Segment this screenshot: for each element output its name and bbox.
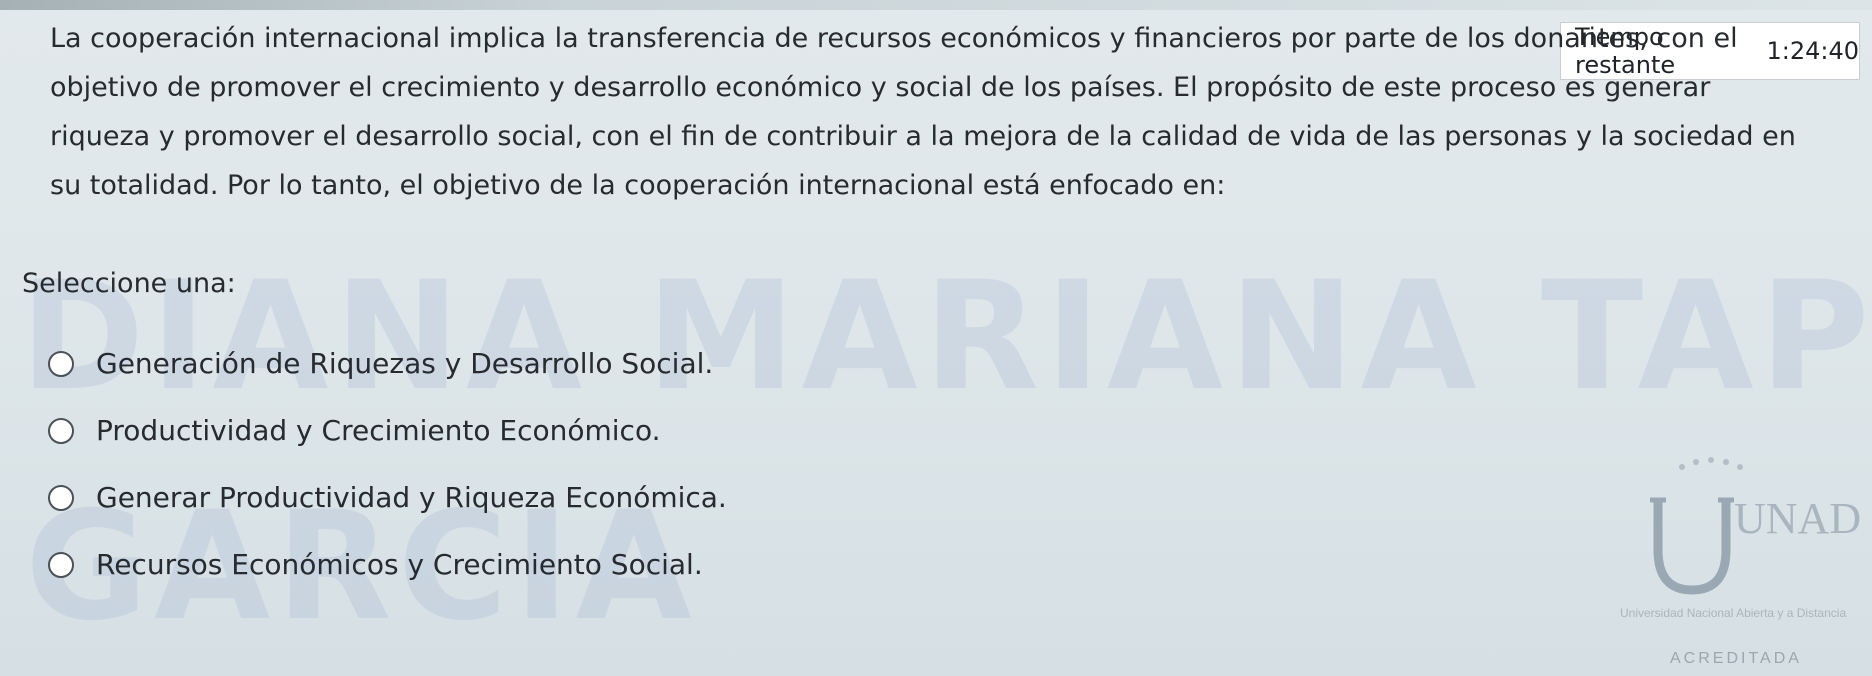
answer-option-d[interactable]: Recursos Económicos y Crecimiento Social… bbox=[48, 531, 727, 598]
answer-option-b[interactable]: Productividad y Crecimiento Económico. bbox=[48, 397, 727, 464]
question-text: La cooperación internacional implica la … bbox=[50, 14, 1850, 210]
radio-button[interactable] bbox=[48, 417, 74, 444]
answer-option-a[interactable]: Generación de Riquezas y Desarrollo Soci… bbox=[48, 330, 727, 397]
unad-logo: UNAD Universidad Nacional Abierta y a Di… bbox=[1600, 455, 1861, 670]
window-top-edge bbox=[0, 0, 1872, 10]
answer-option-label[interactable]: Generar Productividad y Riqueza Económic… bbox=[96, 481, 727, 514]
answer-option-label[interactable]: Productividad y Crecimiento Económico. bbox=[96, 414, 660, 447]
accredited-badge: ACREDITADA bbox=[1670, 650, 1802, 667]
answer-option-label[interactable]: Generación de Riquezas y Desarrollo Soci… bbox=[96, 347, 713, 380]
answer-option-label[interactable]: Recursos Económicos y Crecimiento Social… bbox=[96, 548, 703, 581]
question-line: su totalidad. Por lo tanto, el objetivo … bbox=[50, 170, 1226, 201]
question-line: objetivo de promover el crecimiento y de… bbox=[50, 72, 1711, 103]
answer-options: Generación de Riquezas y Desarrollo Soci… bbox=[48, 330, 727, 598]
radio-button[interactable] bbox=[48, 350, 74, 377]
unad-logo-mark: UNAD Universidad Nacional Abierta y a Di… bbox=[1620, 457, 1861, 667]
question-line: riqueza y promover el desarrollo social,… bbox=[50, 121, 1796, 152]
question-line: La cooperación internacional implica la … bbox=[50, 23, 1738, 54]
radio-button[interactable] bbox=[48, 551, 74, 578]
select-one-prompt: Seleccione una: bbox=[22, 268, 236, 299]
logo-subtitle: Universidad Nacional Abierta y a Distanc… bbox=[1620, 606, 1846, 620]
answer-option-c[interactable]: Generar Productividad y Riqueza Económic… bbox=[48, 464, 727, 531]
radio-button[interactable] bbox=[48, 484, 74, 511]
logo-wordmark: UNAD bbox=[1734, 494, 1860, 543]
